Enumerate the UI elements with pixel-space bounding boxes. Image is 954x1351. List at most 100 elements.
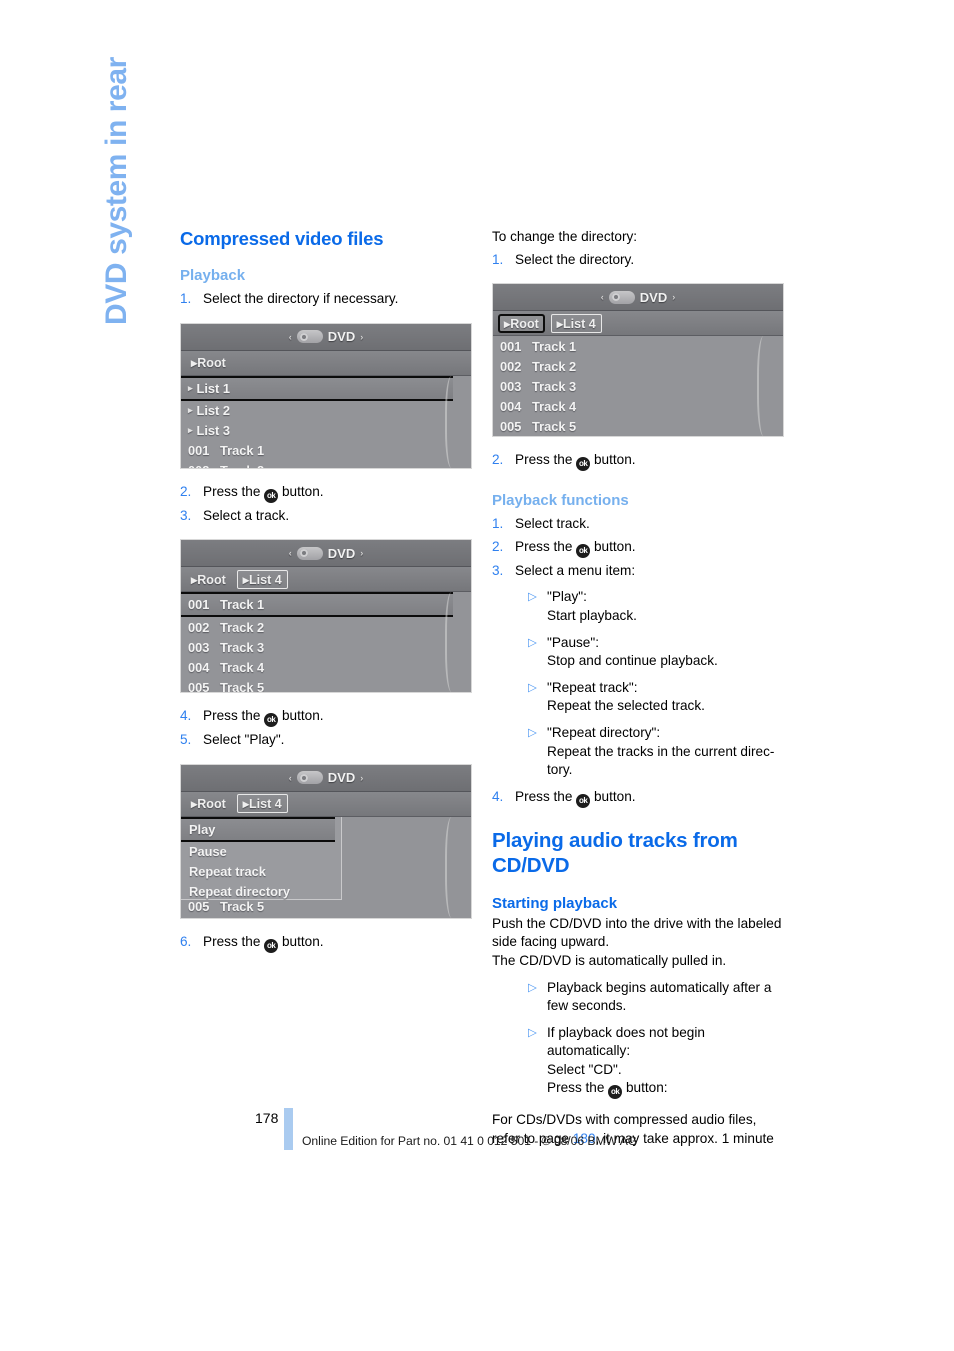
section-heading-audio-tracks: Playing audio tracks from CD/DVD [492,828,738,877]
list-row-label: List 2 [196,403,230,419]
list-row[interactable]: 002Track 2 [181,617,471,637]
footer-accent-bar [284,1108,293,1150]
bullet-item: ▷ Playback begins automatically after a … [492,979,784,1016]
list-row-label: Track 2 [220,463,264,468]
disc-icon [296,330,323,344]
breadcrumb-root-label: Root [197,797,226,812]
list-row[interactable]: 002Track 2 [181,461,471,468]
breadcrumb-list4[interactable]: ▸List 4 [550,313,602,333]
breadcrumb-root-label: Root [197,356,226,371]
list-row[interactable]: 005 Track 5 [181,677,471,693]
step-number: 6. [180,933,192,949]
step-text: Select a track. [203,507,290,523]
step-text-post: button. [281,483,324,499]
triangle-bullet-icon: ▷ [528,981,537,994]
menu-item-repeat-track[interactable]: Repeat track [181,862,341,882]
step-text-post: button. [281,708,324,724]
breadcrumb-list4[interactable]: ▸List 4 [236,569,288,589]
breadcrumb-root[interactable]: ▸Root [186,354,231,371]
screen-title: DVD [327,545,356,561]
list-row[interactable]: 005 Track 5 [181,897,264,917]
section-heading-starting-playback: Starting playback [492,894,618,912]
bullet-text-post: button: [625,1080,668,1096]
menu-item-play[interactable]: Play [181,816,335,842]
bullet-title: "Repeat directory": [547,724,661,740]
list-row[interactable]: 001 Track 1 [181,441,471,461]
triangle-bullet-icon: ▷ [528,591,537,604]
track-number: 005 [500,418,522,434]
track-number: 001 [188,443,210,459]
idrive-screen-1: ‹ DVD › ▸Root ▸ List 1 ▸ List 2 ▸ List 3… [180,322,472,469]
idrive-screen-3: ‹ DVD › ▸Root ▸List 4 Play Pause Repeat … [180,763,472,919]
list-row[interactable]: 003 Track 3 [493,376,783,396]
breadcrumb-root[interactable]: ▸Root [498,313,545,333]
next-arrow-icon: › [360,772,364,783]
ok-button-icon: ok [576,457,591,472]
bullet-title: "Play": [547,589,587,605]
list-row-label: List 3 [196,423,230,439]
step-item: 6. Press the ok button. [180,933,472,953]
step-text: Select a menu item: [515,562,636,578]
list-row-selected[interactable]: 001 Track 1 [181,592,453,618]
figure-playback-menu: ‹ DVD › ▸Root ▸List 4 Play Pause Repeat … [180,763,472,919]
list-row[interactable]: ▸ List 2 [181,401,471,421]
step-text: Select the directory. [515,251,635,267]
step-number: 2. [492,452,504,468]
bullet-text: Playback begins automatically after a fe… [547,979,772,1014]
scroll-indicator[interactable] [445,816,461,918]
step-text: Press the ok button. [203,483,472,503]
step-number: 1. [180,291,192,306]
list-row[interactable]: 004 Track 4 [181,657,471,677]
breadcrumb-root[interactable]: ▸Root [186,795,231,812]
bullet-desc: Stop and continue playback. [547,653,718,669]
screen-pathbar: ▸Root ▸List 4 [493,311,783,337]
section-heading-playback: Playback [180,267,246,284]
step-text-post: button. [593,452,636,468]
step-item: 3. Select a menu item: [492,562,784,581]
list-row[interactable]: 001 Track 1 [493,336,783,356]
step-item: 3. Select a track. [180,507,472,526]
step-item: 5. Select "Play". [180,731,472,750]
step-number: 1. [492,251,504,267]
screen-titlebar: ‹ DVD › [181,323,471,351]
next-arrow-icon: › [360,548,364,559]
screen-pathbar: ▸Root ▸List 4 [181,791,471,817]
step-text: Press the ok button. [515,538,784,558]
screen-list: 001 Track 1 002 Track 2 003 Track 3 004 Trac… [493,336,783,437]
list-row[interactable]: 004 Track 4 [493,396,783,416]
step-text-pre: Press the [515,452,573,468]
step-number: 2. [492,538,504,554]
screen-pathbar: ▸Root ▸List 4 [181,567,471,593]
menu-item-label: Play [189,821,216,837]
left-column: Compressed video files Playback 1. Selec… [180,228,472,953]
step-text-post: button. [281,933,324,949]
step-item: 2. Press the ok button. [180,483,472,503]
bullet-title: "Pause": [547,634,599,650]
bullet-desc: Repeat the tracks in the current direc- … [547,743,775,778]
list-row[interactable]: 003 Track 3 [181,637,471,657]
breadcrumb-list4[interactable]: ▸List 4 [236,794,288,814]
right-column: To change the directory: 1. Select the d… [492,228,784,1149]
list-row-label: Track 4 [532,398,577,414]
ok-button-icon: ok [264,938,279,953]
page-title: Compressed video files [180,228,384,249]
section-heading-playback-functions: Playback functions [492,492,629,510]
step-text-pre: Press the [515,788,573,804]
bullet-text-pre: Press the [547,1080,605,1096]
screen-list: 001 Track 1 002 Track 2 003 Track 3 004 Trac… [181,592,471,693]
list-row[interactable]: ▸ List 3 [181,421,471,441]
step-item: 4. Press the ok button. [492,788,784,808]
track-number: 004 [500,398,522,414]
figure-track-list: ‹ DVD › ▸Root ▸List 4 001 Track 1 002 Tr… [180,539,472,694]
list-row-selected[interactable]: ▸ List 1 [181,375,453,401]
list-row[interactable]: 002Track 2 [493,356,783,376]
track-number: 002 [500,358,522,374]
menu-item-pause[interactable]: Pause [181,842,341,862]
breadcrumb-root[interactable]: ▸Root [186,571,231,588]
track-number: 004 [188,659,210,675]
step-item: 1. Select the directory if necessary. [180,290,472,309]
ok-button-icon: ok [264,713,279,728]
list-row[interactable]: 005 Track 5 [493,416,783,436]
breadcrumb-list4-label: List 4 [563,316,596,331]
disc-icon [608,290,635,304]
